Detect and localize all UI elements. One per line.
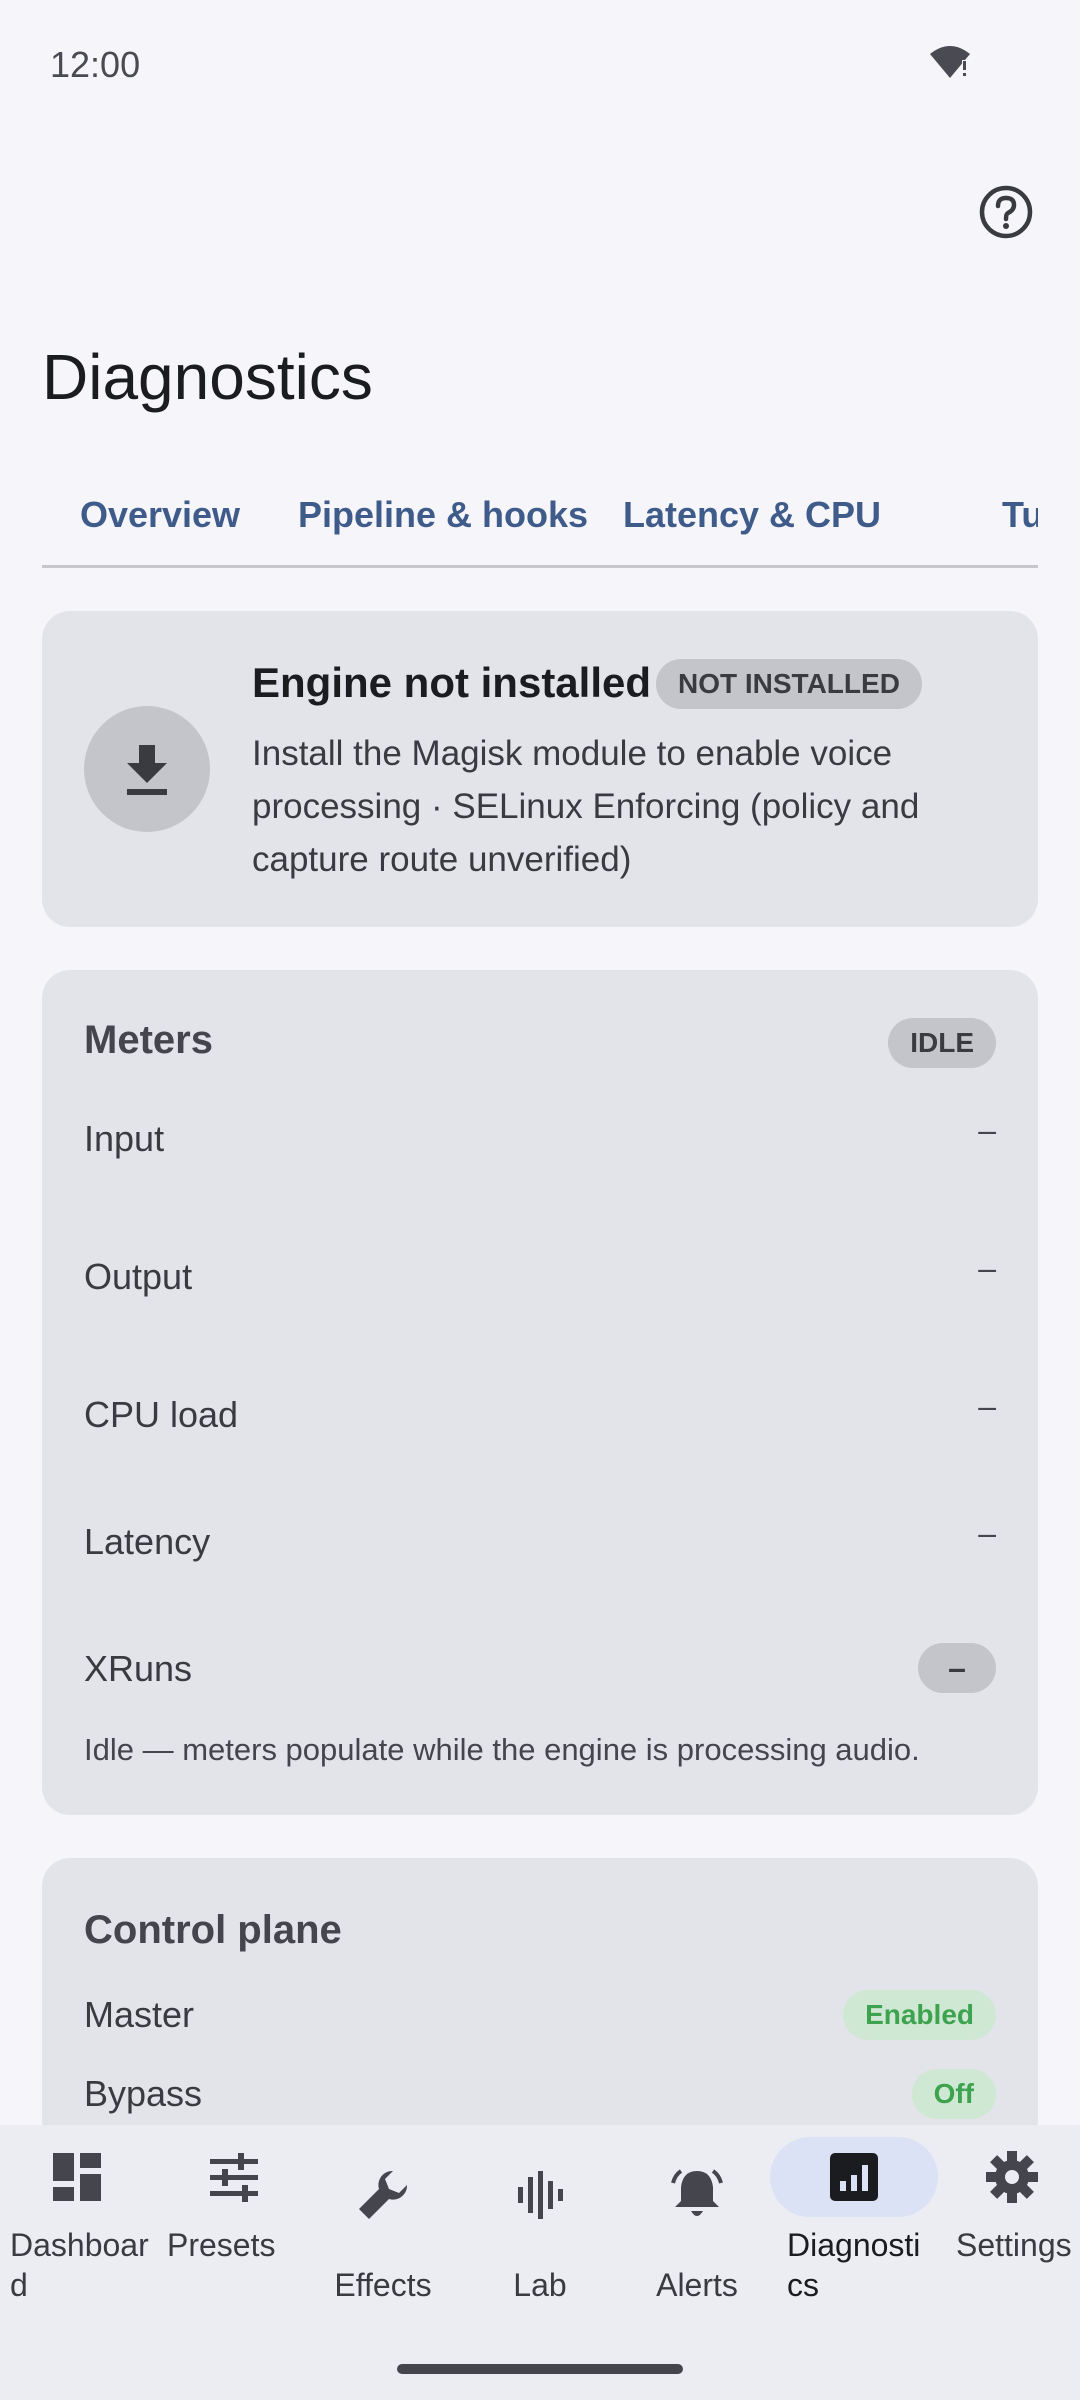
status-badge-enabled: Enabled xyxy=(843,1990,996,2040)
nav-icon-container xyxy=(952,2137,1072,2217)
meter-value-xruns: – xyxy=(918,1643,996,1693)
nav-icon-container xyxy=(770,2137,938,2217)
tab-label: Pipeline & hooks xyxy=(297,494,589,535)
tab-truncated[interactable]: Tu xyxy=(1002,462,1038,565)
gear-icon xyxy=(986,2151,1038,2203)
status-time: 12:00 xyxy=(50,44,141,85)
meters-title: Meters xyxy=(84,1018,213,1062)
meter-label-cpu-load: CPU load xyxy=(84,1394,239,1435)
tab-label: Latency & CPU xyxy=(622,494,882,535)
meters-card: Meters IDLE Input – Output – CPU load – … xyxy=(42,970,1038,1815)
meter-value-output: – xyxy=(978,1250,996,1286)
nav-item-settings[interactable]: Settings xyxy=(946,2125,1080,2325)
nav-item-presets[interactable]: Presets xyxy=(157,2125,311,2325)
engine-install-icon-circle[interactable] xyxy=(84,706,210,832)
nav-label: Effects xyxy=(334,2267,432,2303)
dashboard-icon xyxy=(53,2153,101,2201)
nav-label: Presets xyxy=(167,2227,276,2263)
waveform-icon xyxy=(518,2171,563,2219)
meter-label-output: Output xyxy=(84,1256,193,1297)
nav-icon-container xyxy=(174,2137,294,2217)
control-label-bypass: Bypass xyxy=(84,2073,203,2114)
engine-status-card: Engine not installed NOT INSTALLED Insta… xyxy=(42,611,1038,927)
engine-description: Install the Magisk module to enable voic… xyxy=(252,734,920,879)
chart-icon xyxy=(830,2153,878,2201)
tab-label: Overview xyxy=(79,494,241,535)
nav-icon-container xyxy=(480,2155,600,2235)
meters-note: Idle — meters populate while the engine … xyxy=(84,1732,920,1767)
meter-label-xruns: XRuns xyxy=(84,1648,193,1689)
meter-label-input: Input xyxy=(84,1118,165,1159)
control-label-master: Master xyxy=(84,1994,195,2035)
status-badge-not-installed: NOT INSTALLED xyxy=(656,659,922,709)
engine-title: Engine not installed xyxy=(252,659,652,706)
bell-icon xyxy=(671,2169,723,2216)
status-badge-idle: IDLE xyxy=(888,1018,996,1068)
wrench-icon xyxy=(359,2170,408,2219)
nav-icon-container xyxy=(637,2155,757,2235)
tab-pipeline-hooks[interactable]: Pipeline & hooks xyxy=(278,462,608,565)
nav-label: Settings xyxy=(956,2227,1072,2263)
help-icon xyxy=(979,185,1033,239)
control-plane-card: Control plane Master Enabled Bypass Off xyxy=(42,1858,1038,2158)
nav-icon-container xyxy=(17,2137,137,2217)
help-button[interactable] xyxy=(974,180,1038,244)
nav-item-alerts[interactable]: Alerts xyxy=(620,2125,774,2325)
meter-label-latency: Latency xyxy=(84,1521,211,1562)
nav-item-diagnostics[interactable]: Diagnostics xyxy=(770,2125,938,2325)
nav-icon-container xyxy=(323,2155,443,2235)
home-indicator[interactable] xyxy=(397,2364,683,2374)
status-badge-off: Off xyxy=(911,2069,996,2119)
tab-latency-cpu[interactable]: Latency & CPU xyxy=(608,462,896,565)
nav-item-lab[interactable]: Lab xyxy=(463,2125,617,2325)
nav-label: Lab xyxy=(513,2267,567,2303)
bottom-navigation: Dashboard Presets Effects Lab Alerts Dia… xyxy=(0,2125,1080,2400)
nav-label: Dashboard xyxy=(10,2227,149,2303)
meter-value-cpu-load: – xyxy=(978,1388,996,1424)
nav-label: Alerts xyxy=(656,2267,738,2303)
meter-value-latency: – xyxy=(978,1515,996,1551)
nav-item-effects[interactable]: Effects xyxy=(306,2125,460,2325)
wifi-alert-icon xyxy=(930,46,970,78)
tab-label: Tu xyxy=(1002,494,1038,535)
download-icon xyxy=(127,745,167,795)
page-title: Diagnostics xyxy=(42,341,373,413)
status-bar: 12:00 xyxy=(0,0,1080,130)
control-plane-title: Control plane xyxy=(84,1908,342,1952)
nav-item-dashboard[interactable]: Dashboard xyxy=(0,2125,154,2325)
tab-bar: Overview Pipeline & hooks Latency & CPU … xyxy=(42,462,1038,568)
tab-overview[interactable]: Overview xyxy=(42,462,278,565)
nav-label: Diagnostics xyxy=(787,2227,921,2303)
meter-value-input: – xyxy=(978,1112,996,1148)
tune-icon xyxy=(210,2153,258,2202)
